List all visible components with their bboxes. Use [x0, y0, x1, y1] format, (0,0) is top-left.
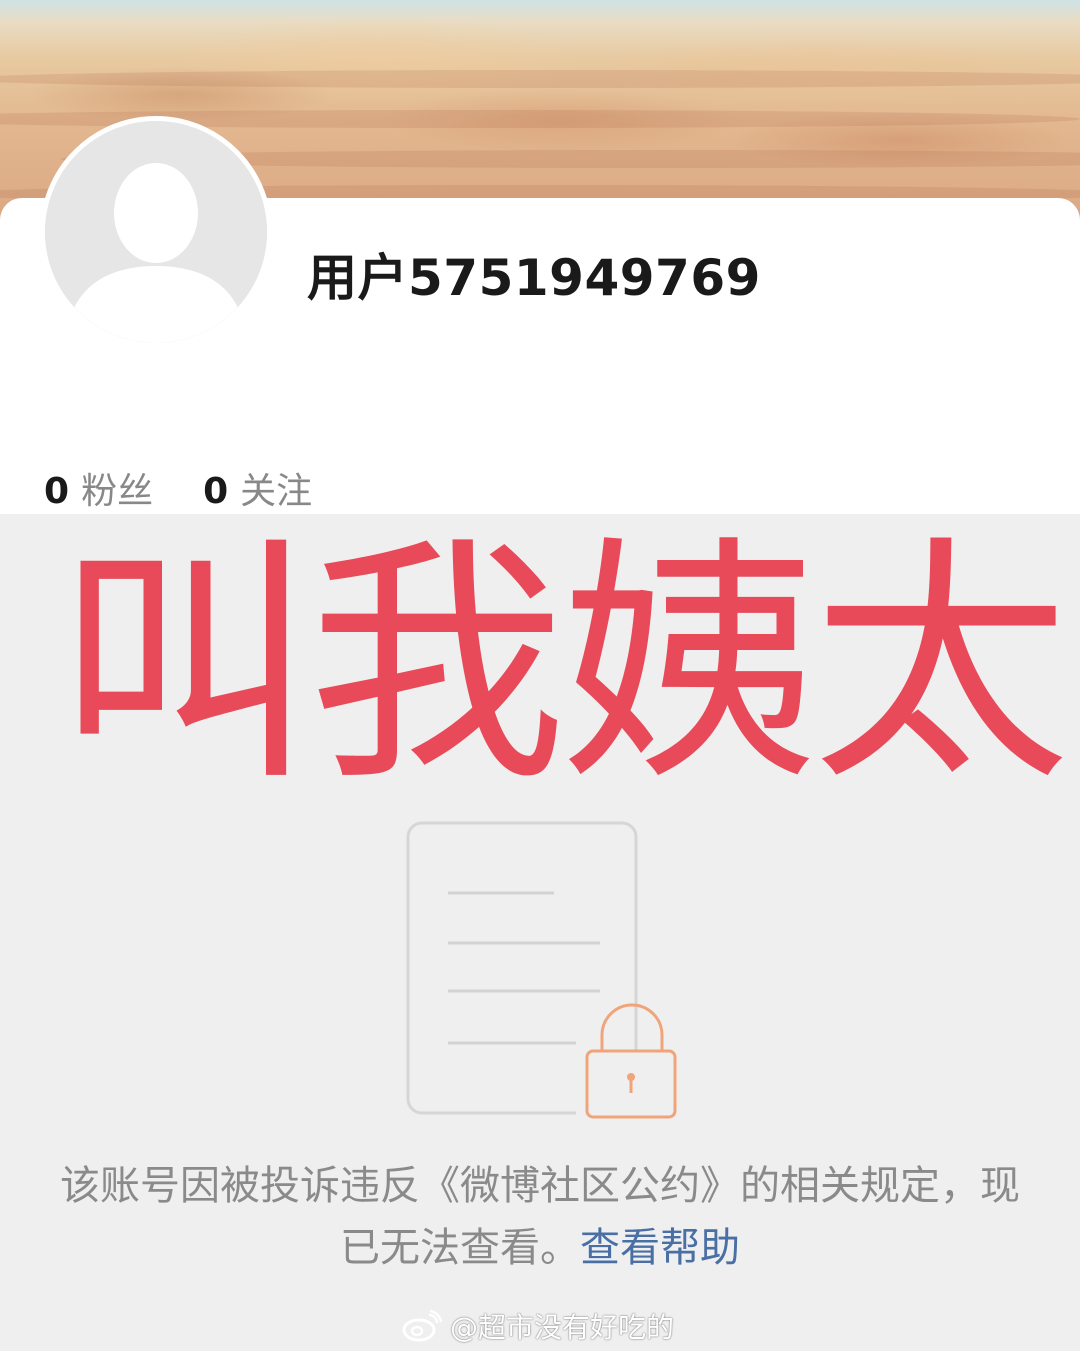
profile-username: 用户5751949769 — [307, 249, 761, 307]
following-count: 0 — [203, 471, 229, 512]
weibo-icon — [402, 1310, 442, 1342]
profile-stats: 0 粉丝 0 关注 — [44, 462, 362, 514]
watermark-text: @超市没有好吃的 — [450, 1311, 675, 1344]
watermark: @超市没有好吃的 — [402, 1306, 674, 1346]
default-avatar-icon[interactable] — [40, 116, 272, 348]
followers-count: 0 — [44, 471, 70, 512]
view-help-link[interactable]: 查看帮助 — [580, 1225, 740, 1271]
followers-stat[interactable]: 0 粉丝 — [44, 462, 153, 514]
locked-document-icon — [400, 815, 690, 1129]
following-stat[interactable]: 0 关注 — [203, 462, 312, 514]
followers-label: 粉丝 — [81, 471, 154, 512]
following-label: 关注 — [240, 471, 313, 512]
account-blocked-notice: 该账号因被投诉违反《微博社区公约》的相关规定，现已无法查看。查看帮助 — [60, 1155, 1020, 1279]
overlay-caption: 叫我姨太 — [56, 515, 1070, 815]
notice-text: 该账号因被投诉违反《微博社区公约》的相关规定，现已无法查看。 — [60, 1163, 1020, 1271]
